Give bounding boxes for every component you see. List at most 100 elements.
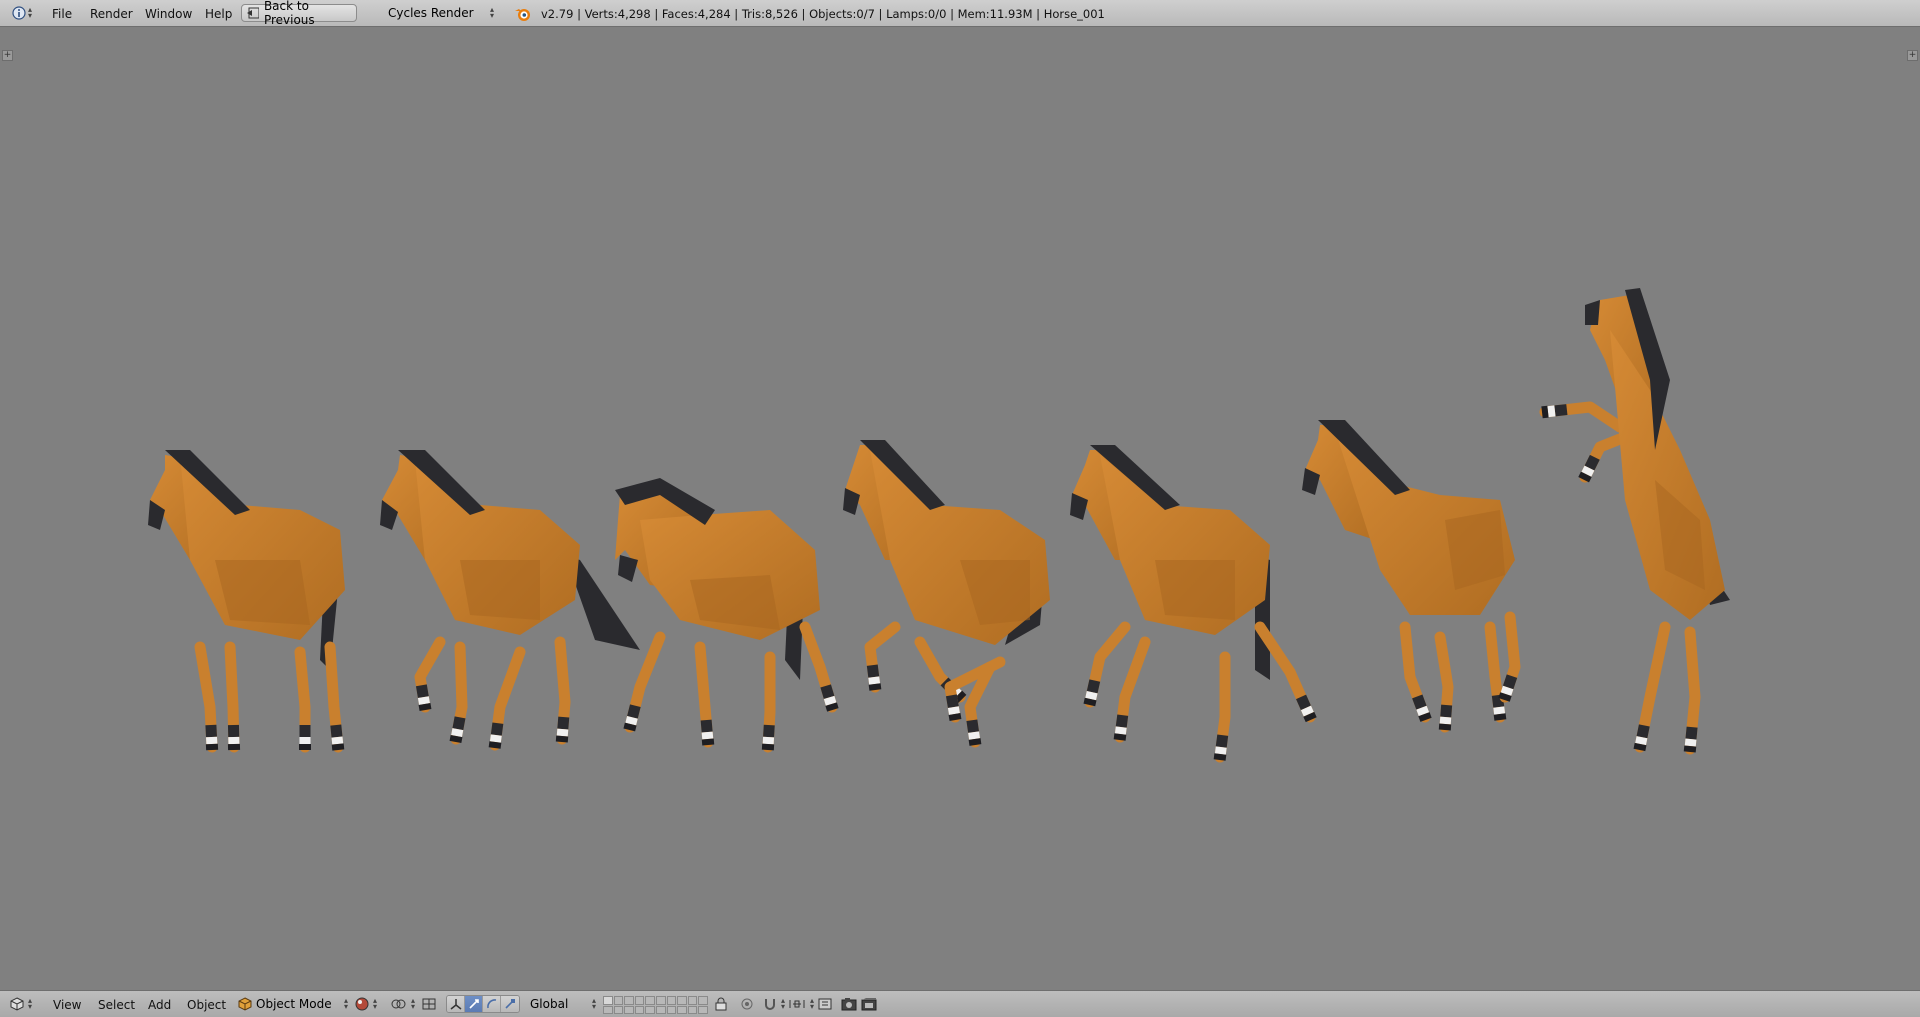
horse-model[interactable] xyxy=(380,450,640,751)
layer-button[interactable] xyxy=(666,1005,677,1014)
horse-sock xyxy=(1085,691,1098,701)
horse-model[interactable] xyxy=(148,450,345,753)
snap-element-select[interactable]: ▴ ▾ xyxy=(763,995,785,1013)
horse-hoof xyxy=(1303,711,1317,723)
render-engine-select[interactable]: Cycles Render ▴ ▾ xyxy=(382,4,500,22)
horse-fetlock xyxy=(700,719,713,733)
horse-model[interactable] xyxy=(1539,288,1730,755)
horse-sock xyxy=(331,736,344,745)
3d-viewport[interactable]: + + xyxy=(0,27,1920,990)
horse-hoof xyxy=(968,738,982,746)
pivot-point-select[interactable]: ▴ ▾ xyxy=(391,995,415,1013)
proportional-edit-toggle[interactable] xyxy=(740,995,754,1013)
layer-button[interactable] xyxy=(677,996,687,1005)
horse-fetlock xyxy=(1440,704,1453,718)
manipulator-rotate[interactable] xyxy=(483,996,501,1012)
menu-window[interactable]: Window xyxy=(145,5,192,23)
snap-toggle[interactable] xyxy=(421,995,437,1013)
back-to-previous-button[interactable]: Back to Previous xyxy=(241,0,357,27)
overlay-icon xyxy=(818,998,832,1010)
mode-select[interactable]: Object Mode ▴ ▾ xyxy=(238,995,348,1013)
horse-hoof xyxy=(1683,745,1697,753)
3d-view-icon xyxy=(10,997,24,1011)
horse-sock xyxy=(947,706,960,715)
layer-button[interactable] xyxy=(645,996,655,1005)
horse-hoof xyxy=(1578,471,1592,483)
render-anim-icon xyxy=(861,998,877,1011)
updown-arrows-icon: ▴ ▾ xyxy=(27,5,32,20)
updown-arrows-icon: ▴ ▾ xyxy=(781,996,786,1011)
horse-model[interactable] xyxy=(615,478,839,753)
layer-button[interactable] xyxy=(656,996,666,1005)
info-icon xyxy=(12,6,26,20)
layer-button[interactable] xyxy=(698,996,708,1005)
menu-select[interactable]: Select xyxy=(98,996,135,1014)
layer-grid[interactable] xyxy=(603,996,708,1014)
manipulator-toggle[interactable] xyxy=(447,996,465,1012)
horse-hoof xyxy=(418,703,432,711)
layer-button[interactable] xyxy=(677,1005,687,1014)
layer-button[interactable] xyxy=(687,1005,698,1014)
horse-fetlock xyxy=(866,664,880,678)
manipulator-scale[interactable] xyxy=(501,996,519,1012)
manipulator-translate[interactable] xyxy=(465,996,483,1012)
layer-button[interactable] xyxy=(624,996,634,1005)
layer-button[interactable] xyxy=(634,1005,645,1014)
layer-button[interactable] xyxy=(613,1005,624,1014)
horse-sock xyxy=(1214,746,1227,755)
horse-sock xyxy=(1300,705,1314,717)
properties-toggle-icon[interactable]: + xyxy=(1907,50,1918,61)
menu-object[interactable]: Object xyxy=(187,996,226,1014)
layer-button[interactable] xyxy=(613,996,624,1005)
horse-hoof xyxy=(948,713,962,721)
layer-button[interactable] xyxy=(687,996,698,1005)
viewport-shading-select[interactable]: ▴ ▾ xyxy=(355,995,377,1013)
back-arrow-icon xyxy=(247,7,259,19)
editor-type-button[interactable]: ▴ ▾ xyxy=(10,995,32,1013)
horse-model[interactable] xyxy=(1302,420,1521,733)
overlay-toggle[interactable] xyxy=(818,995,832,1013)
render-anim-button[interactable] xyxy=(861,995,877,1013)
layer-button[interactable] xyxy=(624,1005,634,1014)
horse-sock xyxy=(823,695,837,706)
layer-button[interactable] xyxy=(603,996,613,1005)
render-still-button[interactable] xyxy=(841,995,857,1013)
horse-sock xyxy=(1500,685,1514,696)
horse-sock xyxy=(1439,716,1452,725)
horse-fetlock xyxy=(627,704,641,719)
menu-file[interactable]: File xyxy=(52,5,72,23)
horse-model[interactable] xyxy=(1070,445,1317,763)
editor-type-button[interactable]: ▴ ▾ xyxy=(6,4,38,22)
horse-shade xyxy=(460,560,540,620)
horse-hoof xyxy=(1083,697,1097,707)
horse-hoof xyxy=(1213,753,1227,761)
menu-add[interactable]: Add xyxy=(148,996,171,1014)
horse-hoof xyxy=(1498,692,1512,702)
horse-hoof xyxy=(623,722,637,732)
toolshelf-toggle-icon[interactable]: + xyxy=(2,50,13,61)
blender-logo-icon xyxy=(515,9,530,21)
manipulator-scale-icon xyxy=(505,999,515,1009)
menu-help[interactable]: Help xyxy=(205,5,232,23)
magnet-icon xyxy=(765,999,775,1010)
layer-button[interactable] xyxy=(656,1005,666,1014)
layer-button[interactable] xyxy=(698,1005,708,1014)
snap-target-select[interactable]: ▴ ▾ xyxy=(788,995,814,1013)
menu-render[interactable]: Render xyxy=(90,5,133,23)
horse-sock xyxy=(451,728,464,738)
horse-shade xyxy=(215,560,310,625)
updown-arrows-icon: ▴ ▾ xyxy=(489,5,494,20)
horse-shade xyxy=(1155,560,1235,620)
horse-model[interactable] xyxy=(843,440,1050,748)
layer-button[interactable] xyxy=(645,1005,655,1014)
horse-fetlock xyxy=(205,724,217,738)
lock-camera-toggle[interactable] xyxy=(714,995,728,1013)
menu-view[interactable]: View xyxy=(53,996,81,1014)
transform-orientation-select[interactable]: Global ▴ ▾ xyxy=(530,995,596,1013)
horse-hoof xyxy=(488,741,502,749)
layer-button[interactable] xyxy=(603,1005,613,1014)
horse-sock xyxy=(868,676,881,685)
horse-muzzle xyxy=(1585,300,1600,325)
layer-button[interactable] xyxy=(666,996,677,1005)
layer-button[interactable] xyxy=(634,996,645,1005)
